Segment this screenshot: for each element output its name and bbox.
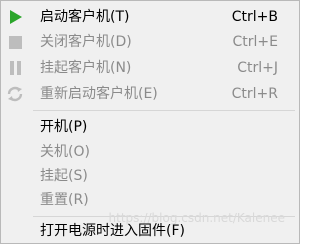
menu-item-power-on-to-firmware[interactable]: 打开电源时进入固件(F) [1, 219, 299, 243]
menu-separator [33, 110, 295, 111]
menu-item-label: 打开电源时进入固件(F) [40, 223, 185, 239]
menu-item-shut-down-guest[interactable]: 关闭客户机(D) Ctrl+E [1, 30, 299, 54]
menu-item-reset[interactable]: 重置(R) [1, 188, 299, 212]
menu-item-label: 开机(P) [40, 119, 88, 135]
menu-item-suspend-guest[interactable]: 挂起客户机(N) Ctrl+J [1, 56, 299, 80]
menu-item-label: 挂起(S) [40, 168, 88, 184]
menu-item-shortcut: Ctrl+R [231, 86, 278, 102]
menu-separator [33, 216, 295, 217]
menu-item-label: 重置(R) [40, 192, 89, 208]
menu-item-shortcut: Ctrl+B [231, 9, 278, 25]
play-icon [6, 8, 24, 26]
menu-item-suspend[interactable]: 挂起(S) [1, 164, 299, 188]
menu-item-power-on-guest[interactable]: 启动客户机(T) Ctrl+B [1, 5, 299, 29]
menu-item-label: 关闭客户机(D) [40, 34, 132, 50]
menu-item-power-on[interactable]: 开机(P) [1, 115, 299, 139]
menu-item-shortcut: Ctrl+E [232, 34, 279, 50]
menu-item-label: 关机(O) [40, 144, 90, 160]
menu-item-power-off[interactable]: 关机(O) [1, 140, 299, 164]
menu-item-shortcut: Ctrl+J [237, 60, 278, 76]
pause-icon [6, 59, 24, 77]
restart-icon [6, 85, 24, 103]
context-menu: 启动客户机(T) Ctrl+B 关闭客户机(D) Ctrl+E 挂起客户机(N)… [0, 0, 300, 244]
menu-item-label: 启动客户机(T) [40, 9, 130, 25]
menu-item-label: 重新启动客户机(E) [40, 86, 158, 102]
menu-item-label: 挂起客户机(N) [40, 60, 132, 76]
stop-icon [6, 33, 24, 51]
menu-item-restart-guest[interactable]: 重新启动客户机(E) Ctrl+R [1, 82, 299, 106]
